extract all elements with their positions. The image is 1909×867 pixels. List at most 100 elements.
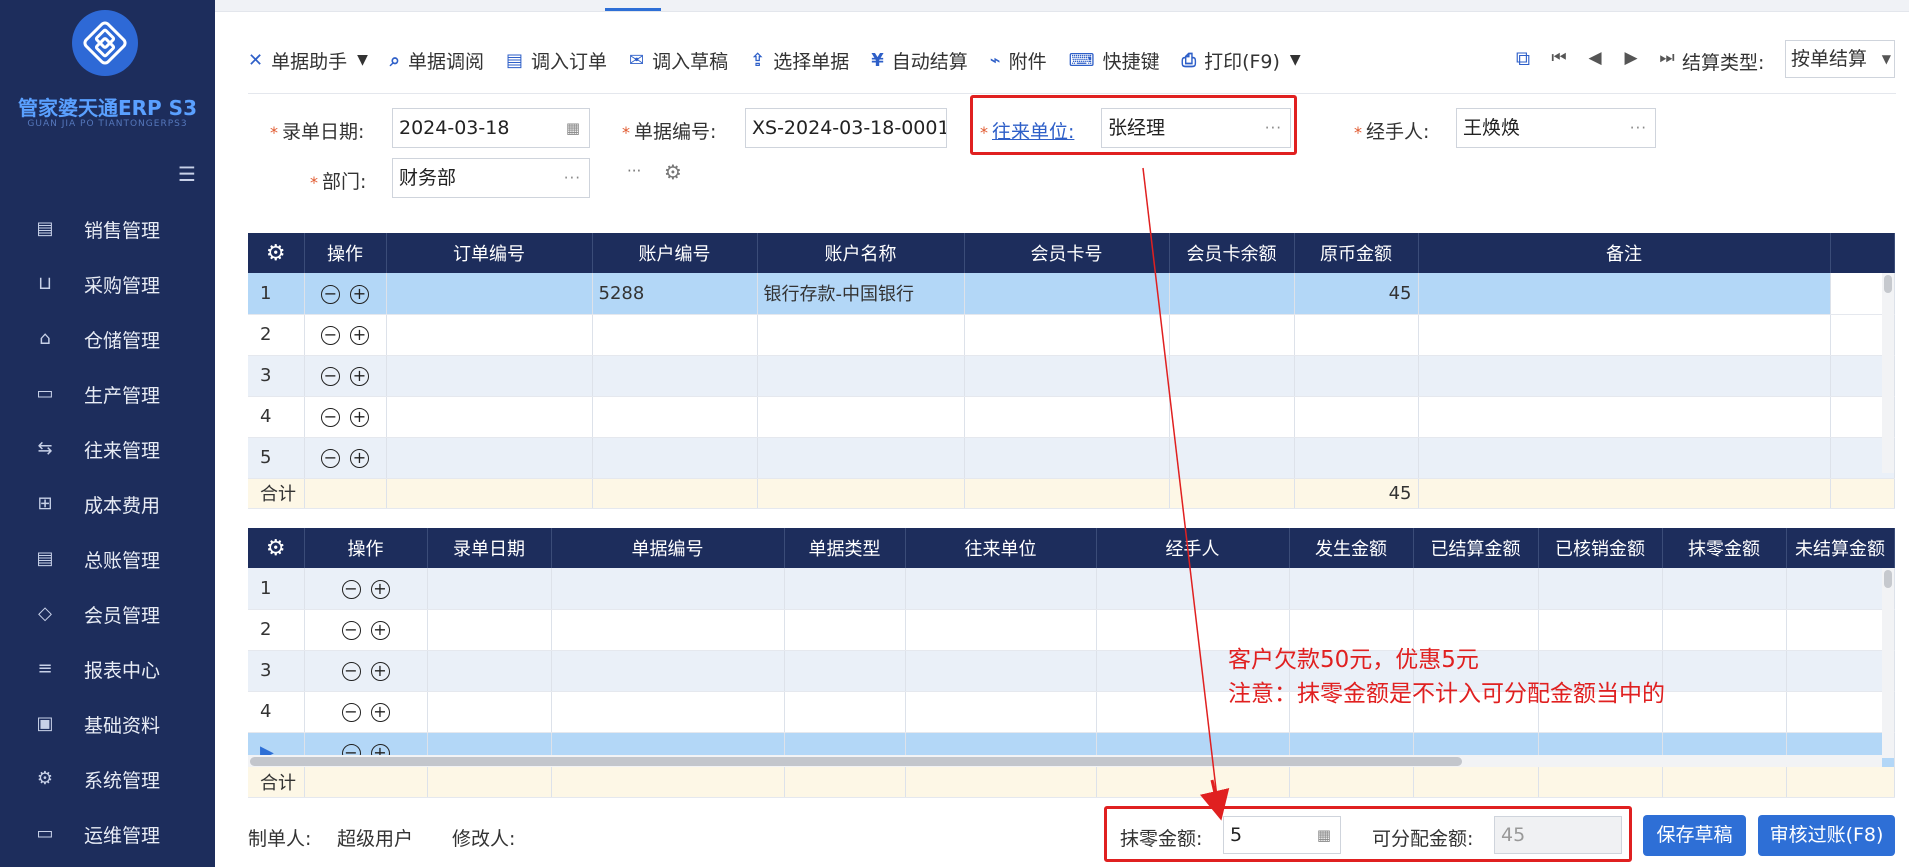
col-header[interactable]: 备注 bbox=[1418, 233, 1831, 273]
print-button[interactable]: ⎙ 打印(F9) ▼ bbox=[1182, 47, 1301, 74]
attachment-button[interactable]: ⌁ 附件 bbox=[990, 47, 1047, 74]
cell-amount[interactable] bbox=[1294, 396, 1419, 438]
table-row[interactable]: 3 − + bbox=[248, 355, 1895, 397]
add-row-icon[interactable]: + bbox=[350, 408, 369, 427]
collapse-menu-icon[interactable]: ☰ bbox=[175, 163, 199, 185]
cell-order-no[interactable] bbox=[386, 314, 593, 356]
rounding-field[interactable]: 5 ▦ bbox=[1223, 816, 1341, 854]
cell-amount[interactable]: 45 bbox=[1294, 273, 1419, 315]
cell-amount[interactable] bbox=[1294, 437, 1419, 479]
cell-card-no[interactable] bbox=[964, 314, 1170, 356]
calculator-icon[interactable]: ▦ bbox=[1317, 817, 1332, 853]
sidebar-item-system[interactable]: ⚙ 系统管理 bbox=[0, 759, 215, 799]
sidebar-item-sales[interactable]: ▤ 销售管理 bbox=[0, 209, 215, 249]
col-header[interactable]: 单据编号 bbox=[551, 528, 785, 568]
sidebar-item-ops[interactable]: ▭ 运维管理 bbox=[0, 814, 215, 854]
cell-account-no[interactable] bbox=[592, 396, 758, 438]
more-icon[interactable]: ··· bbox=[564, 159, 581, 197]
cell-account-name[interactable] bbox=[757, 314, 965, 356]
add-row-icon[interactable]: + bbox=[350, 326, 369, 345]
accounts-table-scrollbar[interactable] bbox=[1882, 273, 1894, 473]
partner-label[interactable]: * 往来单位: bbox=[980, 117, 1074, 144]
prev-record-icon[interactable]: ◀ bbox=[1577, 48, 1613, 68]
first-record-icon[interactable]: ⏮ bbox=[1541, 48, 1577, 68]
col-header[interactable]: 已结算金额 bbox=[1413, 528, 1539, 568]
cell-card-balance[interactable] bbox=[1169, 273, 1295, 315]
sidebar-item-warehouse[interactable]: ⌂ 仓储管理 bbox=[0, 319, 215, 359]
sidebar-item-reports[interactable]: ≡ 报表中心 bbox=[0, 649, 215, 689]
col-header[interactable]: 已核销金额 bbox=[1538, 528, 1663, 568]
cell-amount[interactable] bbox=[1294, 355, 1419, 397]
col-header[interactable]: 操作 bbox=[304, 233, 387, 273]
table-row[interactable]: 4 − + bbox=[248, 396, 1895, 438]
assistant-button[interactable]: ✕ 单据助手 ▼ bbox=[248, 47, 368, 74]
sidebar-item-members[interactable]: ◇ 会员管理 bbox=[0, 594, 215, 634]
review-button[interactable]: ⌕ 单据调阅 bbox=[390, 47, 484, 74]
remove-row-icon[interactable]: − bbox=[341, 703, 361, 722]
cell-order-no[interactable] bbox=[386, 437, 593, 479]
cell-remark[interactable] bbox=[1418, 355, 1831, 397]
table-row[interactable]: 5 − + bbox=[248, 437, 1895, 479]
remove-row-icon[interactable]: − bbox=[341, 621, 361, 640]
table-row[interactable]: 2 − + bbox=[248, 314, 1895, 356]
doc-no-field[interactable]: XS-2024-03-18-0001 bbox=[745, 108, 947, 148]
table-row[interactable]: 1 − + bbox=[248, 568, 1895, 610]
col-header[interactable]: 经手人 bbox=[1096, 528, 1290, 568]
add-row-icon[interactable]: + bbox=[370, 662, 390, 681]
sidebar-item-cost[interactable]: ⊞ 成本费用 bbox=[0, 484, 215, 524]
col-header[interactable]: 抹零金额 bbox=[1662, 528, 1787, 568]
sidebar-item-basic-data[interactable]: ▣ 基础资料 bbox=[0, 704, 215, 744]
col-header[interactable]: 会员卡余额 bbox=[1169, 233, 1295, 273]
cell-card-balance[interactable] bbox=[1169, 437, 1295, 479]
partner-field[interactable]: 张经理 ··· bbox=[1101, 108, 1291, 148]
cell-account-no[interactable] bbox=[592, 437, 758, 479]
auto-settle-button[interactable]: ¥ 自动结算 bbox=[871, 47, 968, 74]
cell-account-no[interactable]: 5288 bbox=[592, 273, 758, 315]
more-icon[interactable]: ··· bbox=[1630, 109, 1647, 147]
add-row-icon[interactable]: + bbox=[370, 579, 390, 599]
import-order-button[interactable]: ▤ 调入订单 bbox=[506, 47, 607, 74]
remove-row-icon[interactable]: − bbox=[341, 662, 361, 681]
cell-amount[interactable] bbox=[1294, 314, 1419, 356]
cell-card-balance[interactable] bbox=[1169, 355, 1295, 397]
table-settings-icon[interactable]: ⚙ bbox=[248, 233, 305, 273]
cell-card-no[interactable] bbox=[964, 437, 1170, 479]
cell-card-balance[interactable] bbox=[1169, 314, 1295, 356]
cell-remark[interactable] bbox=[1418, 314, 1831, 356]
select-doc-button[interactable]: ⇪ 选择单据 bbox=[750, 47, 849, 74]
next-record-icon[interactable]: ▶ bbox=[1613, 48, 1649, 68]
sidebar-item-purchase[interactable]: ⊔ 采购管理 bbox=[0, 264, 215, 304]
cell-remark[interactable] bbox=[1418, 396, 1831, 438]
cell-card-no[interactable] bbox=[964, 273, 1170, 315]
cell-account-no[interactable] bbox=[592, 355, 758, 397]
cell-remark[interactable] bbox=[1418, 273, 1831, 315]
cell-account-name[interactable] bbox=[757, 355, 965, 397]
col-header[interactable]: 原币金额 bbox=[1294, 233, 1419, 273]
cell-account-name[interactable] bbox=[757, 396, 965, 438]
cell-card-balance[interactable] bbox=[1169, 396, 1295, 438]
cell-order-no[interactable] bbox=[386, 355, 593, 397]
shortcut-button[interactable]: ⌨ 快捷键 bbox=[1069, 47, 1160, 74]
add-row-icon[interactable]: + bbox=[370, 703, 390, 722]
table-row[interactable]: 1 − + 5288 银行存款-中国银行 45 bbox=[248, 273, 1895, 315]
add-row-icon[interactable]: + bbox=[350, 367, 369, 386]
col-header[interactable]: 账户编号 bbox=[592, 233, 758, 273]
table-settings-icon[interactable]: ⚙ bbox=[248, 528, 305, 568]
table-row[interactable]: 2 − + bbox=[248, 609, 1895, 651]
sidebar-item-ledger[interactable]: ▤ 总账管理 bbox=[0, 539, 215, 579]
col-header[interactable]: 录单日期 bbox=[427, 528, 552, 568]
import-draft-button[interactable]: ✉ 调入草稿 bbox=[629, 47, 728, 74]
cell-account-name[interactable]: 银行存款-中国银行 bbox=[757, 273, 965, 315]
col-header[interactable]: 操作 bbox=[304, 528, 428, 568]
cell-remark[interactable] bbox=[1418, 437, 1831, 479]
save-draft-button[interactable]: 保存草稿 bbox=[1643, 815, 1746, 856]
last-record-icon[interactable]: ⏭ bbox=[1649, 48, 1685, 68]
handler-field[interactable]: 王焕焕 ··· bbox=[1456, 108, 1656, 148]
cell-account-no[interactable] bbox=[592, 314, 758, 356]
form-settings-icon[interactable]: ⚙ bbox=[664, 160, 682, 184]
add-row-icon[interactable]: + bbox=[350, 284, 369, 304]
cell-order-no[interactable] bbox=[386, 396, 593, 438]
remove-row-icon[interactable]: − bbox=[321, 367, 340, 386]
sidebar-item-production[interactable]: ▭ 生产管理 bbox=[0, 374, 215, 414]
cell-card-no[interactable] bbox=[964, 396, 1170, 438]
